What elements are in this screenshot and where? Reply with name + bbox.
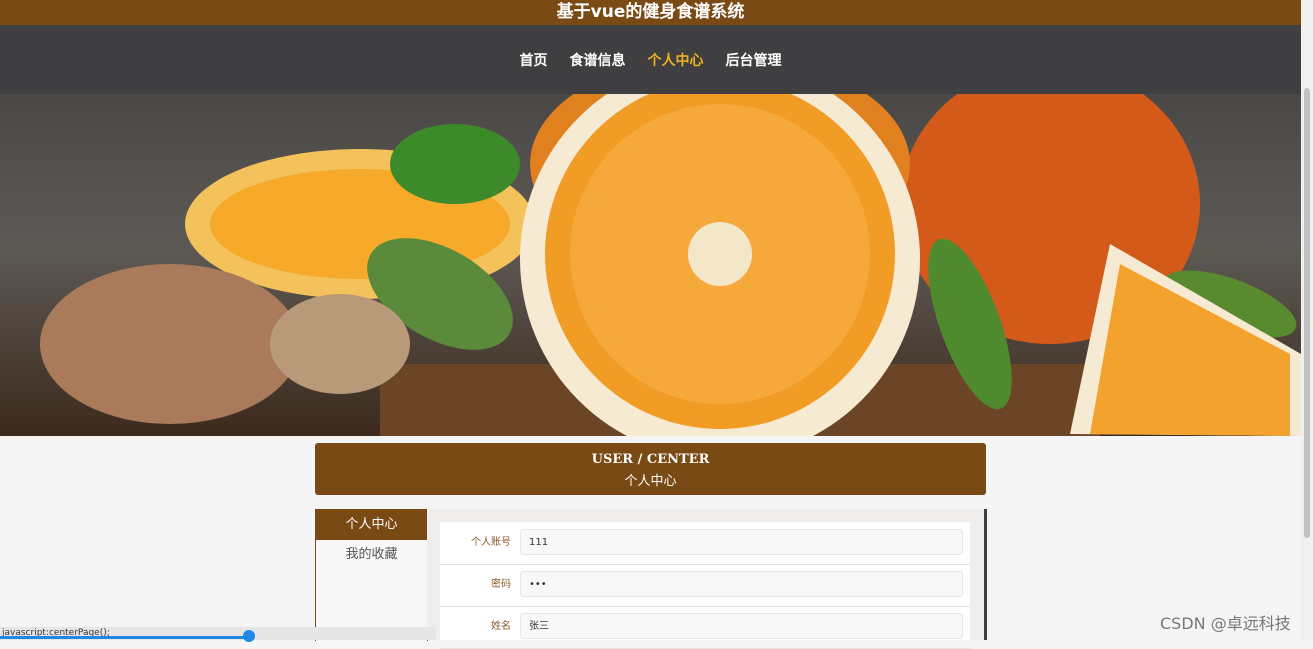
- page-load-progress: [0, 636, 249, 639]
- main-nav: 首页 食谱信息 个人中心 后台管理: [0, 25, 1301, 94]
- form-row-password: 密码 •••: [440, 564, 970, 607]
- form-row-name: 姓名 张三: [440, 606, 970, 649]
- name-input[interactable]: 张三: [520, 613, 963, 639]
- nav-item-user-center[interactable]: 个人中心: [648, 50, 704, 70]
- user-center-header: USER / CENTER 个人中心: [315, 443, 986, 495]
- nav-item-recipes[interactable]: 食谱信息: [570, 50, 626, 70]
- profile-form-panel: 个人账号 111 密码 ••• 姓名 张三: [427, 509, 987, 649]
- orange-banner-image: [40, 94, 1301, 436]
- banner-carousel[interactable]: [0, 94, 1301, 436]
- password-label: 密码: [491, 579, 511, 590]
- user-center-sidebar: 个人中心 我的收藏: [315, 509, 428, 641]
- nav-item-home[interactable]: 首页: [520, 50, 548, 70]
- profile-form: 个人账号 111 密码 ••• 姓名 张三: [440, 522, 970, 649]
- sidebar-item-user-center[interactable]: 个人中心: [316, 510, 427, 540]
- nav-item-admin[interactable]: 后台管理: [726, 50, 782, 70]
- page-load-progress-knob: [243, 630, 255, 642]
- site-title: 基于vue的健身食谱系统: [0, 0, 1301, 25]
- watermark: CSDN @卓远科技: [1160, 614, 1291, 633]
- form-row-account: 个人账号 111: [440, 522, 970, 565]
- password-input[interactable]: •••: [520, 571, 963, 597]
- page-scrollbar[interactable]: [1301, 0, 1313, 640]
- account-label: 个人账号: [471, 537, 511, 548]
- user-center-title-cn: 个人中心: [624, 474, 677, 489]
- account-input[interactable]: 111: [520, 529, 963, 555]
- scrollbar-thumb[interactable]: [1304, 88, 1310, 538]
- name-label: 姓名: [491, 621, 511, 632]
- user-center-title-en: USER / CENTER: [591, 452, 710, 467]
- sidebar-item-favorites[interactable]: 我的收藏: [316, 540, 427, 570]
